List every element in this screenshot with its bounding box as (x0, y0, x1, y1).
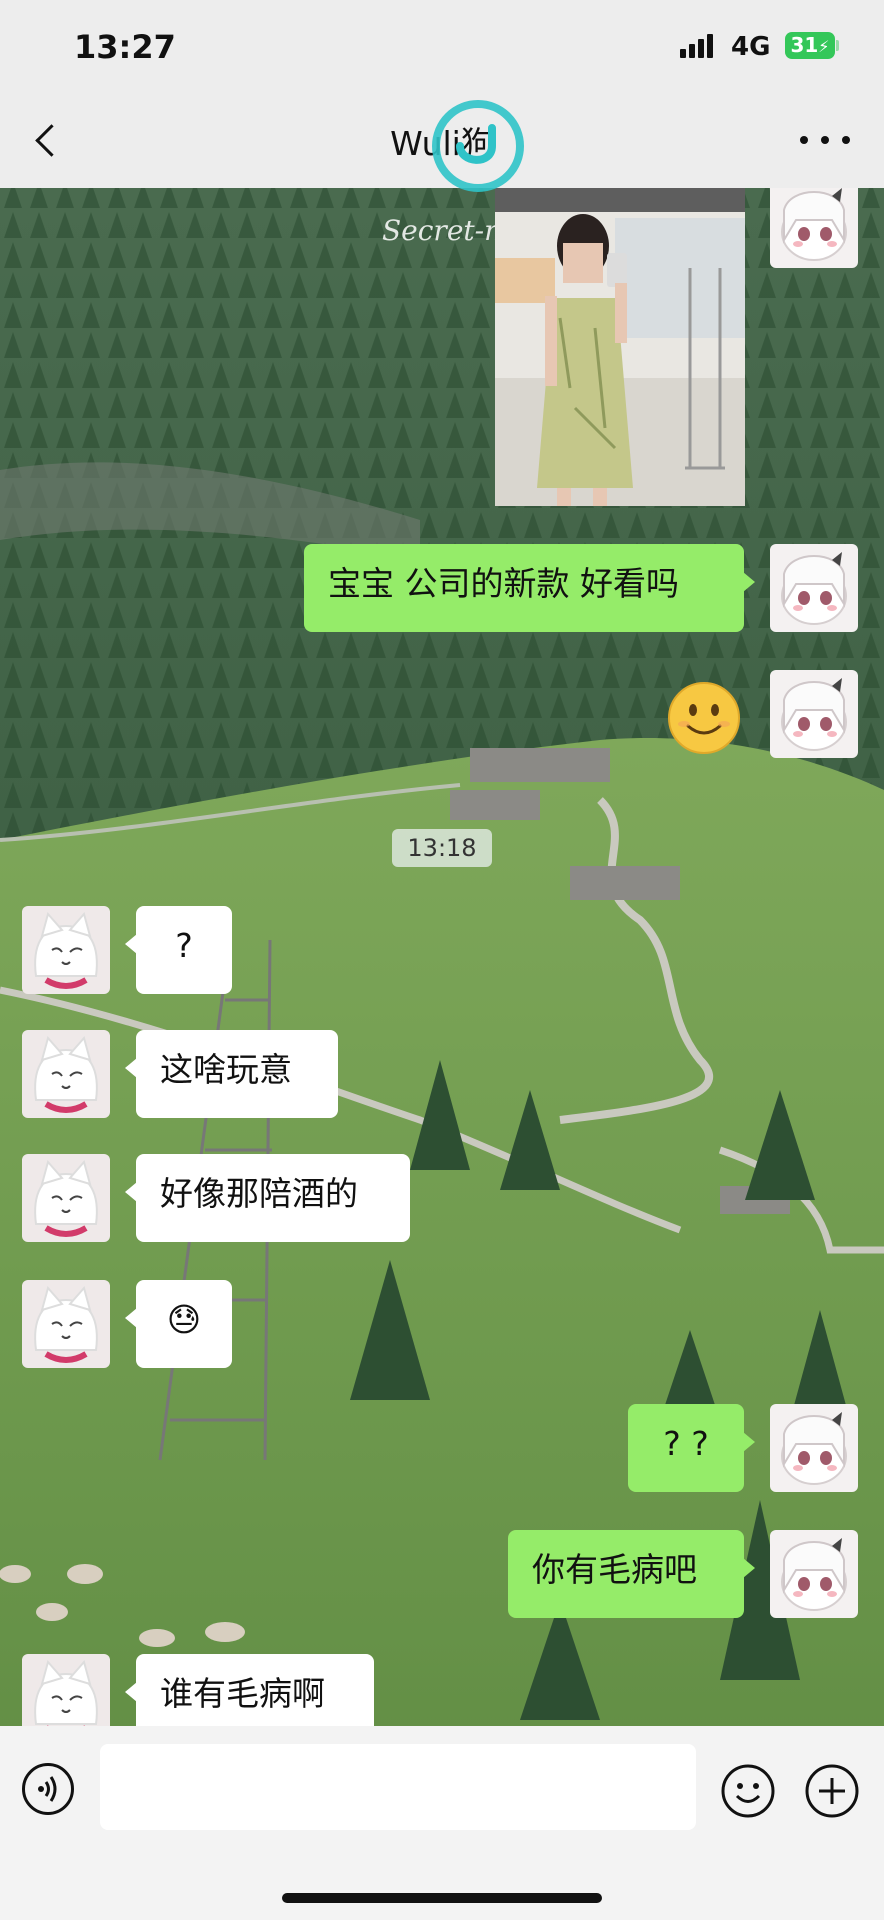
emoji-picker-icon[interactable] (720, 1763, 776, 1819)
message-timestamp: 13:18 (392, 829, 492, 867)
message-bubble-outgoing[interactable]: 你有毛病吧 (508, 1530, 755, 1618)
contact-avatar[interactable] (22, 1030, 110, 1118)
my-avatar[interactable] (770, 1530, 858, 1618)
contact-avatar[interactable] (22, 1280, 110, 1368)
voice-wave-icon (38, 1776, 57, 1802)
contact-avatar[interactable] (22, 906, 110, 994)
message-bubble-outgoing[interactable]: ? ? (628, 1404, 755, 1492)
photo-thumbnail (495, 188, 745, 506)
battery-tip (836, 40, 839, 51)
chat-background-landscape (0, 0, 884, 1920)
message-bubble-incoming[interactable]: ? (125, 906, 232, 994)
more-functions-plus-icon[interactable] (804, 1763, 860, 1819)
status-bar: 13:27 4G 31⚡ (0, 0, 884, 95)
status-time: 13:27 (74, 28, 176, 66)
message-bubble-incoming[interactable]: 这啥玩意 (125, 1030, 338, 1118)
network-type: 4G (731, 32, 771, 62)
message-bubble-incoming[interactable]: 好像那陪酒的 (125, 1154, 410, 1242)
message-bubble-outgoing[interactable]: 宝宝 公司的新款 好看吗 (304, 544, 755, 632)
battery-level: 31 (790, 33, 819, 57)
my-avatar[interactable] (770, 180, 858, 268)
sweat-smile-emoji-message[interactable]: 😓 (125, 1280, 232, 1368)
contact-avatar[interactable] (22, 1154, 110, 1242)
my-avatar[interactable] (770, 670, 858, 758)
back-button[interactable] (26, 117, 76, 167)
my-avatar[interactable] (770, 1404, 858, 1492)
message-input[interactable] (100, 1744, 696, 1830)
battery-icon: 31⚡ (785, 32, 835, 59)
home-indicator[interactable] (282, 1893, 602, 1903)
cellular-signal-icon (680, 34, 713, 58)
watermark-logo-icon (432, 100, 524, 192)
more-dot-icon (821, 136, 829, 144)
chevron-left-icon (35, 124, 68, 157)
smiling-face-emoji-icon[interactable] (666, 680, 742, 756)
image-message[interactable] (495, 188, 745, 506)
chat-input-bar (0, 1726, 884, 1920)
more-dot-icon (800, 136, 808, 144)
more-options-button[interactable] (800, 125, 850, 155)
more-dot-icon (842, 136, 850, 144)
my-avatar[interactable] (770, 544, 858, 632)
voice-input-button[interactable] (22, 1763, 74, 1815)
